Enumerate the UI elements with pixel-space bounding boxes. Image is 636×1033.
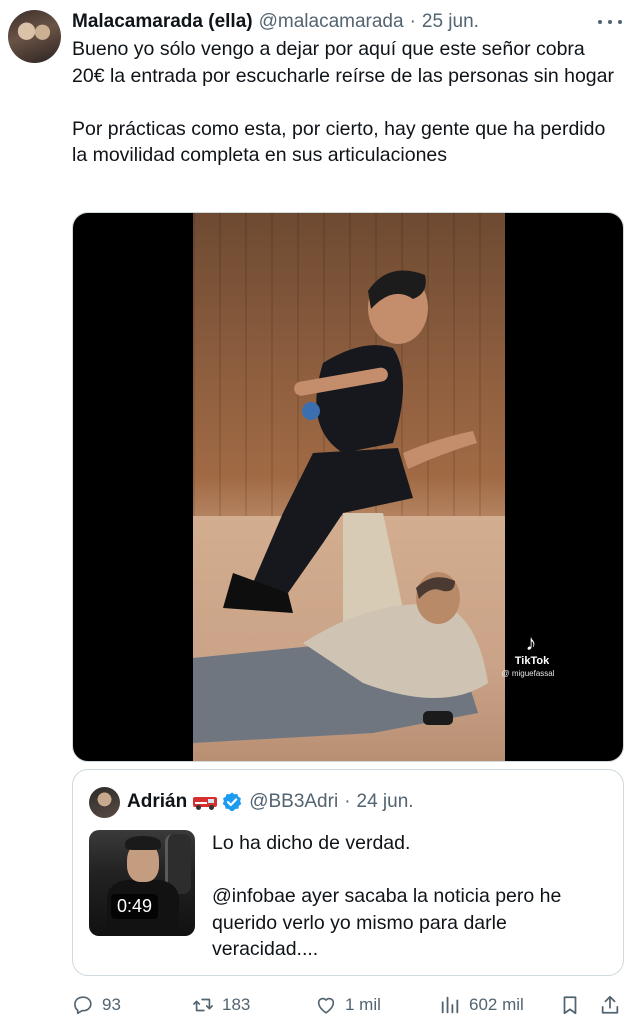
quoted-tweet[interactable]: Adrián @BB3Adri · 24 jun. 0:49 Lo ha dic… — [72, 769, 624, 976]
views-count: 602 mil — [469, 995, 524, 1014]
verified-badge-icon[interactable] — [221, 791, 243, 813]
views-button[interactable]: 602 mil — [439, 990, 524, 1020]
reply-count: 93 — [102, 995, 121, 1014]
tweet-date[interactable]: 25 jun. — [422, 11, 479, 33]
tiktok-logo-icon: ♪ — [525, 630, 537, 655]
author-avatar[interactable] — [8, 10, 61, 63]
heart-icon — [317, 997, 335, 1014]
quoted-author-avatar[interactable] — [89, 787, 120, 818]
share-icon — [601, 995, 619, 1014]
quoted-tweet-header: Adrián @BB3Adri · 24 jun. — [127, 788, 414, 816]
separator-dot: · — [409, 11, 416, 32]
share-button[interactable] — [599, 990, 629, 1020]
video-frame — [193, 213, 505, 761]
tweet-text: Bueno yo sólo vengo a dejar por aquí que… — [72, 38, 614, 166]
bookmark-button[interactable] — [559, 990, 589, 1020]
reply-icon — [74, 996, 92, 1015]
repost-count: 183 — [222, 995, 251, 1014]
bookmark-icon — [563, 996, 577, 1015]
like-count: 1 mil — [345, 995, 381, 1014]
quoted-author-name: Adrián — [127, 791, 188, 812]
ambulance-emoji-icon — [193, 794, 218, 810]
video-duration: 0:49 — [111, 894, 159, 919]
more-options-icon[interactable] — [598, 12, 622, 32]
video-player[interactable]: ♪ TikTok @ miguefassal — [72, 212, 624, 762]
video-scene — [193, 270, 488, 743]
quoted-tweet-date: 24 jun. — [356, 791, 414, 812]
quoted-tweet-text: Lo ha dicho de verdad. @infobae ayer sac… — [212, 832, 562, 960]
repost-button[interactable]: 183 — [192, 990, 250, 1020]
tiktok-watermark: TikTok — [514, 655, 550, 667]
reply-button[interactable]: 93 — [72, 990, 121, 1020]
quoted-video-thumbnail[interactable]: 0:49 — [89, 830, 195, 936]
quoted-author-handle: @BB3Adri — [249, 791, 339, 812]
repost-icon — [193, 998, 213, 1012]
tweet-actions: 93 183 1 mil 602 mil — [72, 990, 628, 1020]
quoted-separator-dot: · — [344, 791, 351, 812]
author-handle[interactable]: @malacamarada — [259, 11, 404, 33]
views-bar-chart-icon — [441, 996, 459, 1014]
tweet-header: Malacamarada (ella) @malacamarada · 25 j… — [72, 10, 624, 34]
like-button[interactable]: 1 mil — [315, 990, 381, 1020]
author-name[interactable]: Malacamarada (ella) — [72, 11, 253, 33]
tiktok-username: @ miguefassal — [501, 669, 555, 678]
